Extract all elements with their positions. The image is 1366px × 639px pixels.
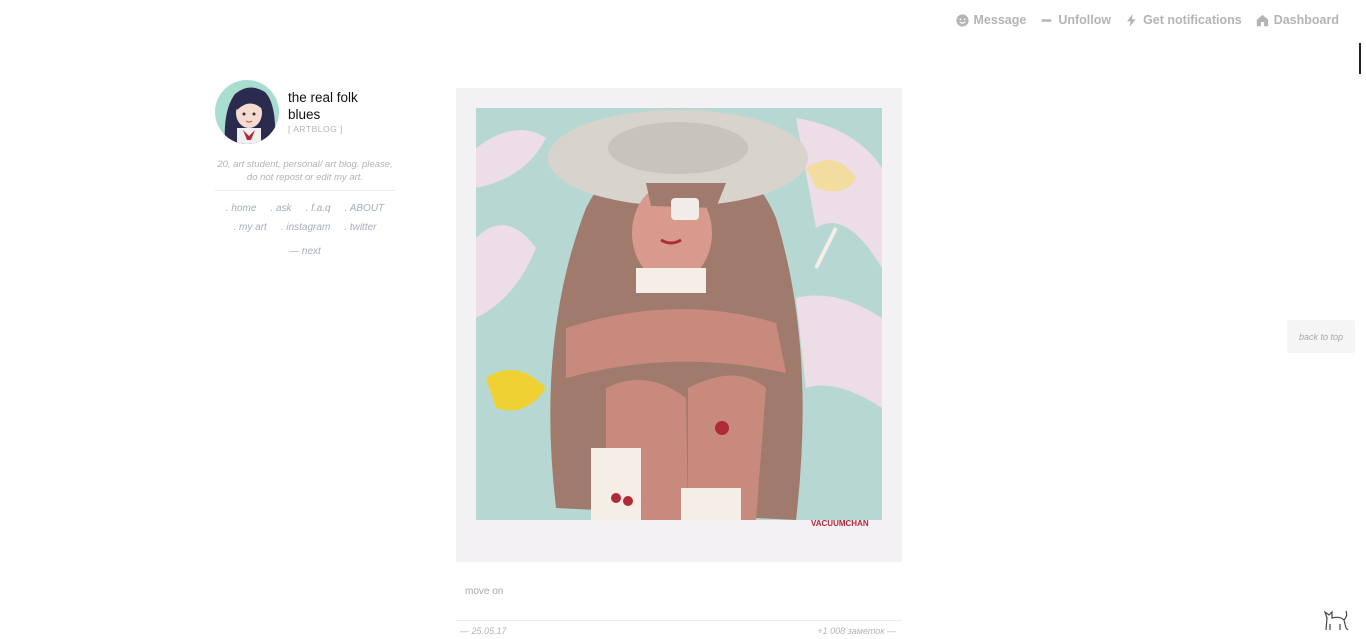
home-icon <box>1256 14 1268 26</box>
unfollow-button[interactable]: Unfollow <box>1040 13 1111 27</box>
cat-icon[interactable] <box>1322 606 1350 632</box>
blog-title[interactable]: the real folk blues <box>288 89 388 123</box>
notifications-label: Get notifications <box>1143 13 1242 27</box>
next-page-link[interactable]: — next <box>215 246 395 257</box>
message-label: Message <box>973 13 1027 27</box>
post-date[interactable]: — 25.05.17 <box>460 626 507 636</box>
sidebar: the real folk blues [ ARTBLOG ] 20, art … <box>215 80 395 257</box>
post-image[interactable]: VACUUMCHAN <box>456 88 902 562</box>
message-button[interactable]: Message <box>955 13 1027 27</box>
window-edge <box>1359 43 1361 74</box>
dashboard-button[interactable]: Dashboard <box>1256 13 1339 27</box>
notifications-button[interactable]: Get notifications <box>1125 13 1242 27</box>
blog-subtitle: [ ARTBLOG ] <box>288 124 343 134</box>
sidebar-nav: . home . ask . f.a.q . ABOUT . my art . … <box>215 203 395 233</box>
artist-signature: VACUUMCHAN <box>811 519 869 528</box>
blog-description: 20, art student, personal/ art blog. ple… <box>215 158 395 191</box>
nav-about-link[interactable]: . ABOUT <box>345 203 385 214</box>
post-notes[interactable]: +1 008 заметок — <box>817 626 896 636</box>
blog-controls: Message Unfollow Get notifications Dashb… <box>955 13 1339 27</box>
nav-home-link[interactable]: . home <box>226 203 257 214</box>
back-to-top-button[interactable]: back to top <box>1287 320 1355 353</box>
nav-my-art-link[interactable]: . my art <box>233 222 266 233</box>
nav-faq-link[interactable]: . f.a.q <box>306 203 331 214</box>
post-footer: — 25.05.17 +1 008 заметок — <box>456 620 902 636</box>
unfollow-label: Unfollow <box>1058 13 1112 27</box>
blog-header: the real folk blues [ ARTBLOG ] <box>215 80 395 144</box>
post-caption: move on <box>465 586 504 597</box>
nav-ask-link[interactable]: . ask <box>270 203 291 214</box>
lightning-icon <box>1127 13 1136 27</box>
dashboard-label: Dashboard <box>1273 13 1339 27</box>
blog-titles: the real folk blues [ ARTBLOG ] <box>288 89 388 134</box>
post: VACUUMCHAN move on — 25.05.17 +1 008 зам… <box>456 88 902 636</box>
minus-icon <box>1041 18 1052 22</box>
avatar[interactable] <box>215 80 279 144</box>
nav-instagram-link[interactable]: . instagram <box>281 222 330 233</box>
smile-icon <box>955 13 969 27</box>
nav-twitter-link[interactable]: . twitter <box>344 222 376 233</box>
